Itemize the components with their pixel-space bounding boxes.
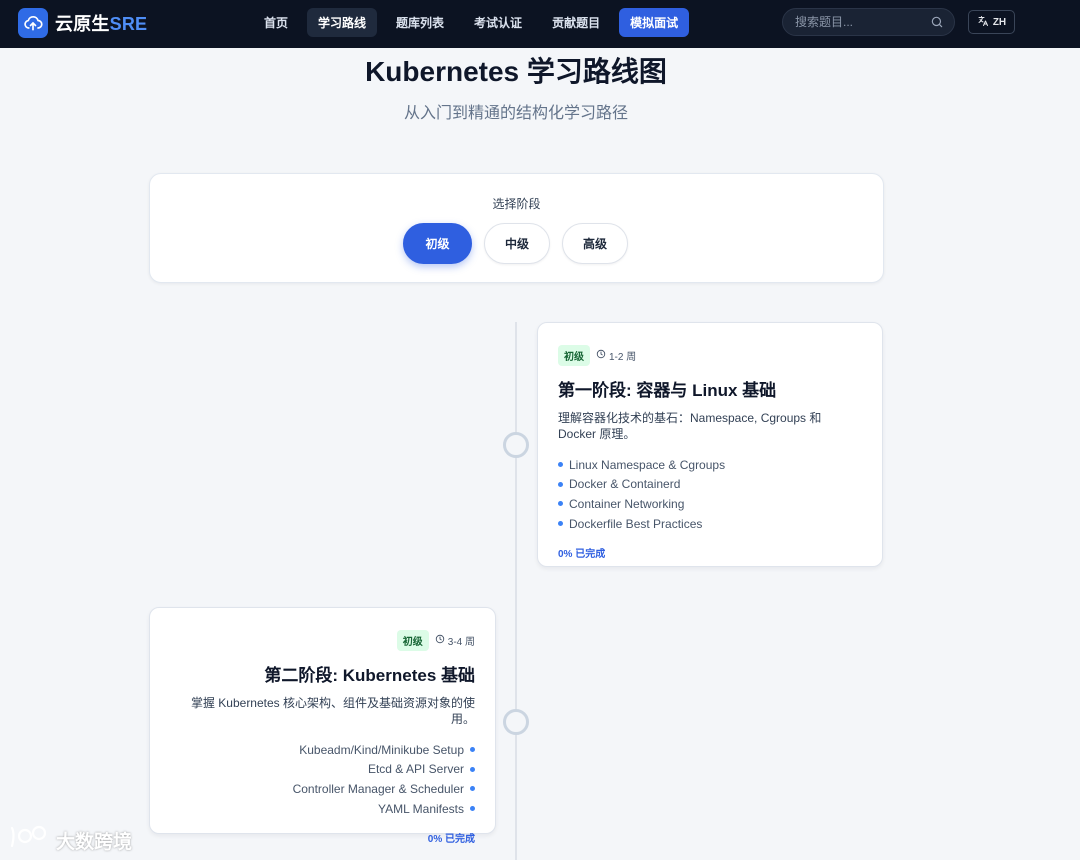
brand-name-prefix: 云原生	[55, 14, 110, 34]
bullet-dot	[470, 806, 475, 812]
bullet-dot	[470, 766, 475, 772]
nav-item-home[interactable]: 首页	[253, 8, 299, 37]
phase-description: 理解容器化技术的基石：Namespace, Cgroups 和 Docker 原…	[558, 411, 822, 441]
bullet-dot	[558, 501, 563, 507]
timeline-node	[503, 432, 529, 458]
phase-description: 掌握 Kubernetes 核心架构、组件及基础资源对象的使用。	[190, 696, 475, 726]
page-subtitle: 从入门到精通的结构化学习路径	[403, 105, 628, 122]
duration: 1-2 周	[596, 348, 636, 363]
topic-item: Controller Manager & Scheduler	[170, 779, 475, 799]
topic-text: Etcd & API Server	[367, 762, 464, 777]
topic-item: Dockerfile Best Practices	[558, 514, 862, 534]
stage-option-beginner[interactable]: 初级	[403, 223, 472, 264]
topic-list: Kubeadm/Kind/Minikube Setup Etcd & API S…	[170, 740, 475, 818]
clock-icon	[596, 349, 606, 362]
phase-title: 第二阶段: Kubernetes 基础	[264, 666, 475, 685]
stage-selector: 选择阶段 初级 中级 高级	[149, 173, 884, 283]
phase-meta: 初级 3-4 周	[170, 630, 475, 651]
bullet-dot	[558, 462, 563, 468]
top-navbar: 云原生SRE 首页 学习路线 题库列表 考试认证 贡献题目 模拟面试 ZH	[0, 0, 1080, 48]
level-badge: 初级	[396, 630, 429, 651]
phase-card-2[interactable]: 初级 3-4 周 第二阶段: Kubernetes 基础 掌握 Kubernet…	[149, 607, 496, 845]
language-label: ZH	[992, 16, 1007, 28]
topic-item: Docker & Containerd	[558, 475, 862, 495]
topic-text: Kubeadm/Kind/Minikube Setup	[299, 742, 464, 757]
phase-title: 第一阶段: 容器与 Linux 基础	[558, 381, 777, 400]
brand-name-accent: SRE	[109, 14, 148, 34]
nav-item-mock-interview[interactable]: 模拟面试	[619, 8, 690, 37]
topic-item: Linux Namespace & Cgroups	[558, 455, 862, 475]
bullet-dot	[470, 786, 475, 792]
watermark: 大数跨境	[8, 824, 132, 856]
brand[interactable]: 云原生SRE	[18, 8, 147, 38]
topic-text: YAML Manifests	[377, 801, 464, 816]
timeline-node	[503, 709, 529, 735]
stage-selector-label: 选择阶段	[492, 197, 541, 211]
duration: 3-4 周	[435, 633, 475, 648]
bullet-dot	[470, 747, 475, 753]
nav-item-contribute[interactable]: 贡献题目	[541, 8, 611, 37]
topic-item: Kubeadm/Kind/Minikube Setup	[170, 740, 475, 760]
search-icon[interactable]	[930, 15, 944, 34]
progress-text: 0% 已完成	[427, 834, 475, 846]
topic-item: Etcd & API Server	[170, 760, 475, 780]
language-switcher[interactable]: ZH	[968, 10, 1015, 34]
main-nav: 首页 学习路线 题库列表 考试认证 贡献题目 模拟面试	[253, 8, 690, 37]
search-box	[782, 8, 955, 36]
topic-list: Linux Namespace & Cgroups Docker & Conta…	[558, 455, 862, 533]
stage-option-intermediate[interactable]: 中级	[484, 223, 550, 264]
nav-item-question-bank[interactable]: 题库列表	[385, 8, 455, 37]
watermark-text: 大数跨境	[56, 831, 133, 853]
brand-name: 云原生SRE	[55, 10, 147, 36]
bullet-dot	[558, 481, 563, 487]
topic-text: Docker & Containerd	[569, 477, 681, 492]
topic-text: Linux Namespace & Cgroups	[569, 457, 726, 472]
progress-text: 0% 已完成	[558, 549, 606, 561]
cloud-upload-icon	[18, 8, 48, 38]
nav-item-certification[interactable]: 考试认证	[463, 8, 533, 37]
topic-item: Container Networking	[558, 494, 862, 514]
duration-text: 1-2 周	[609, 352, 637, 363]
translate-icon	[977, 15, 989, 30]
topic-text: Controller Manager & Scheduler	[292, 781, 464, 796]
topic-text: Container Networking	[569, 496, 685, 511]
phase-meta: 初级 1-2 周	[558, 345, 862, 366]
topic-text: Dockerfile Best Practices	[569, 516, 703, 531]
search-input[interactable]	[795, 15, 925, 29]
level-badge: 初级	[558, 345, 590, 366]
watermark-logo-icon	[8, 824, 50, 856]
topic-item: YAML Manifests	[170, 799, 475, 819]
nav-item-learning-path[interactable]: 学习路线	[307, 8, 378, 37]
duration-text: 3-4 周	[447, 637, 475, 648]
page-title: Kubernetes 学习路线图	[365, 56, 667, 87]
timeline-line	[515, 322, 517, 860]
stage-option-advanced[interactable]: 高级	[562, 223, 628, 264]
clock-icon	[435, 634, 445, 647]
bullet-dot	[558, 521, 563, 527]
phase-card-1[interactable]: 初级 1-2 周 第一阶段: 容器与 Linux 基础 理解容器化技术的基石：N…	[537, 322, 883, 567]
